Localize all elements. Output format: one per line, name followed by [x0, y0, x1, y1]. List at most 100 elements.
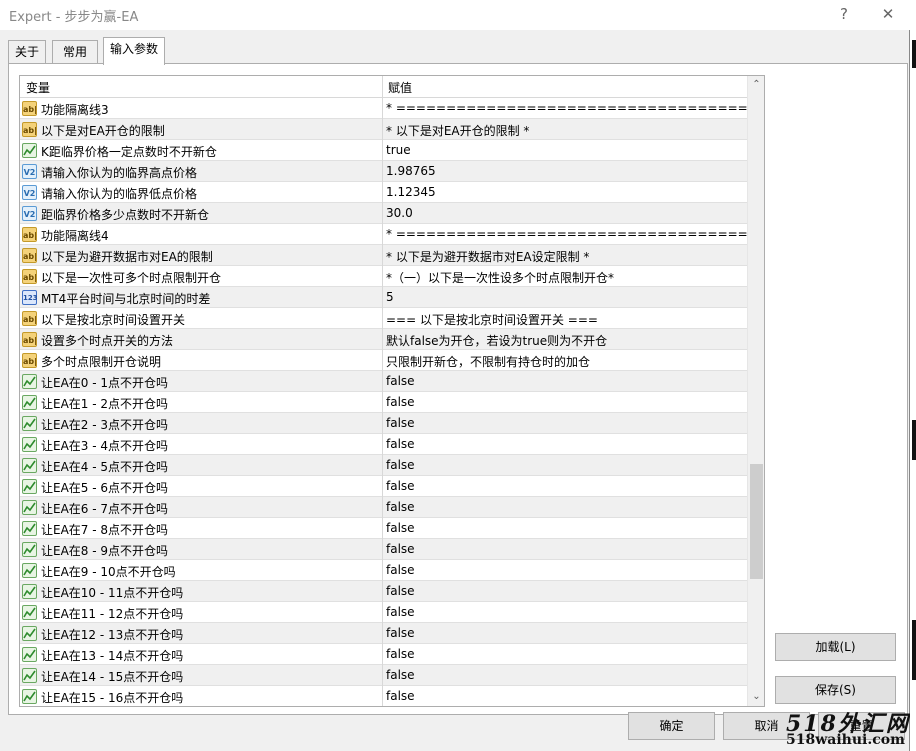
tab-inputs[interactable]: 输入参数	[103, 37, 165, 65]
parameter-value[interactable]: *（一）以下是一次性设多个时点限制开仓*	[386, 269, 614, 286]
table-row[interactable]: ab| 设置多个时点开关的方法 默认false为开仓，若设为true则为不开仓	[20, 329, 747, 350]
tab-about[interactable]: 关于	[8, 40, 46, 64]
table-row[interactable]: ab| 功能隔离线4 * =============================…	[20, 224, 764, 245]
bool-param-icon	[22, 395, 37, 410]
bool-param-icon	[22, 437, 37, 452]
table-row[interactable]: 123 MT4平台时间与北京时间的时差 5	[20, 287, 747, 308]
parameter-value[interactable]: 1.98765	[386, 164, 436, 178]
parameter-value[interactable]: false	[386, 479, 415, 493]
table-row[interactable]: V2 距临界价格多少点数时不开新仓 30.0	[20, 203, 747, 224]
parameter-name: 功能隔离线3	[41, 103, 109, 117]
expert-dialog: Expert - 步步为赢-EA ? ✕ 关于 常用 输入参数 变量 赋值 ab…	[0, 0, 910, 751]
parameter-name: 让EA在3 - 4点不开仓吗	[41, 439, 169, 453]
table-row[interactable]: ab| 以下是为避开数据市对EA的限制 * 以下是为避开数据市对EA设定限制 *	[20, 245, 747, 266]
parameter-name: 以下是一次性可多个时点限制开仓	[41, 271, 222, 285]
parameter-name: 让EA在8 - 9点不开仓吗	[41, 544, 169, 558]
parameter-value[interactable]: false	[386, 374, 415, 388]
bool-param-icon	[22, 605, 37, 620]
table-row[interactable]: ab| 以下是对EA开仓的限制 * 以下是对EA开仓的限制 *	[20, 119, 747, 140]
table-row[interactable]: 让EA在2 - 3点不开仓吗 false	[20, 413, 747, 434]
string-param-icon: ab|	[22, 353, 37, 368]
background-chart-mark	[912, 420, 916, 460]
column-header-value[interactable]: 赋值	[388, 79, 412, 96]
table-row[interactable]: 让EA在6 - 7点不开仓吗 false	[20, 497, 747, 518]
parameter-value[interactable]: 30.0	[386, 206, 413, 220]
ok-button[interactable]: 确定	[628, 712, 715, 740]
parameter-value[interactable]: false	[386, 395, 415, 409]
parameter-name: 请输入你认为的临界高点价格	[41, 166, 198, 180]
watermark: 518外汇网 518waihui.com	[786, 706, 910, 751]
parameter-value[interactable]: 只限制开新仓，不限制有持仓时的加仓	[386, 353, 590, 370]
parameter-value[interactable]: true	[386, 143, 411, 157]
parameter-value[interactable]: === 以下是按北京时间设置开关 ===	[386, 311, 598, 328]
close-icon[interactable]: ✕	[876, 3, 900, 25]
parameter-name: 距临界价格多少点数时不开新仓	[41, 208, 210, 222]
parameter-value[interactable]: 1.12345	[386, 185, 436, 199]
table-row[interactable]: K距临界价格一定点数时不开新仓 true	[20, 140, 747, 161]
save-button[interactable]: 保存(S)	[775, 676, 896, 704]
parameter-value[interactable]: false	[386, 563, 415, 577]
parameter-value[interactable]: false	[386, 647, 415, 661]
parameter-name: 让EA在9 - 10点不开仓吗	[41, 565, 176, 579]
table-row[interactable]: 让EA在0 - 1点不开仓吗 false	[20, 371, 747, 392]
table-row[interactable]: 让EA在15 - 16点不开仓吗 false	[20, 686, 747, 706]
parameter-value[interactable]: false	[386, 521, 415, 535]
parameter-name: 功能隔离线4	[41, 229, 109, 243]
scroll-down-arrow-icon[interactable]: ⌄	[748, 688, 764, 705]
table-row[interactable]: 让EA在12 - 13点不开仓吗 false	[20, 623, 747, 644]
parameter-value[interactable]: * 以下是对EA开仓的限制 *	[386, 122, 529, 139]
watermark-url: 518waihui.com	[786, 732, 905, 748]
parameters-grid: 变量 赋值 ab| 功能隔离线3 * =======================…	[19, 75, 765, 707]
parameter-value[interactable]: * 以下是为避开数据市对EA设定限制 *	[386, 248, 589, 265]
load-button[interactable]: 加载(L)	[775, 633, 896, 661]
parameter-value[interactable]: false	[386, 605, 415, 619]
parameter-value[interactable]: false	[386, 626, 415, 640]
parameter-name: K距临界价格一定点数时不开新仓	[41, 145, 217, 159]
double-param-icon: V2	[22, 206, 37, 221]
parameter-name: 让EA在4 - 5点不开仓吗	[41, 460, 169, 474]
parameter-name: 请输入你认为的临界低点价格	[41, 187, 198, 201]
parameter-value[interactable]: false	[386, 584, 415, 598]
help-icon[interactable]: ?	[832, 3, 856, 25]
parameter-name: 让EA在1 - 2点不开仓吗	[41, 397, 169, 411]
parameter-value[interactable]: false	[386, 668, 415, 682]
table-row[interactable]: ab| 以下是按北京时间设置开关 === 以下是按北京时间设置开关 ===	[20, 308, 747, 329]
table-row[interactable]: 让EA在3 - 4点不开仓吗 false	[20, 434, 747, 455]
table-row[interactable]: 让EA在5 - 6点不开仓吗 false	[20, 476, 747, 497]
table-row[interactable]: ab| 以下是一次性可多个时点限制开仓 *（一）以下是一次性设多个时点限制开仓*	[20, 266, 747, 287]
table-row[interactable]: ab| 多个时点限制开仓说明 只限制开新仓，不限制有持仓时的加仓	[20, 350, 747, 371]
table-row[interactable]: 让EA在13 - 14点不开仓吗 false	[20, 644, 747, 665]
tab-strip: 关于 常用 输入参数	[0, 30, 910, 65]
parameter-name: 让EA在14 - 15点不开仓吗	[41, 670, 184, 684]
table-row[interactable]: 让EA在4 - 5点不开仓吗 false	[20, 455, 747, 476]
vertical-scrollbar[interactable]: ⌃ ⌄	[747, 76, 764, 706]
column-header-variable[interactable]: 变量	[26, 79, 50, 96]
table-row[interactable]: ab| 功能隔离线3 * =============================…	[20, 98, 764, 119]
tab-common[interactable]: 常用	[52, 40, 98, 64]
parameter-value[interactable]: false	[386, 689, 415, 703]
parameter-value[interactable]: 默认false为开仓，若设为true则为不开仓	[386, 332, 607, 349]
string-param-icon: ab|	[22, 311, 37, 326]
scrollbar-thumb[interactable]	[750, 464, 763, 579]
parameter-value[interactable]: false	[386, 458, 415, 472]
parameter-value[interactable]: 5	[386, 290, 394, 304]
parameter-value[interactable]: false	[386, 416, 415, 430]
background-chart-mark	[912, 620, 916, 680]
table-row[interactable]: 让EA在9 - 10点不开仓吗 false	[20, 560, 747, 581]
parameter-value[interactable]: false	[386, 500, 415, 514]
table-row[interactable]: V2 请输入你认为的临界高点价格 1.98765	[20, 161, 747, 182]
table-row[interactable]: 让EA在10 - 11点不开仓吗 false	[20, 581, 747, 602]
string-param-icon: ab|	[22, 101, 37, 116]
parameter-value[interactable]: * ==================================== *	[386, 101, 764, 115]
table-row[interactable]: V2 请输入你认为的临界低点价格 1.12345	[20, 182, 747, 203]
grid-header: 变量 赋值	[20, 76, 747, 98]
scroll-up-arrow-icon[interactable]: ⌃	[748, 76, 764, 93]
table-row[interactable]: 让EA在1 - 2点不开仓吗 false	[20, 392, 747, 413]
parameter-value[interactable]: false	[386, 542, 415, 556]
table-row[interactable]: 让EA在14 - 15点不开仓吗 false	[20, 665, 747, 686]
parameter-value[interactable]: * ==================================== *	[386, 227, 764, 241]
table-row[interactable]: 让EA在11 - 12点不开仓吗 false	[20, 602, 747, 623]
table-row[interactable]: 让EA在7 - 8点不开仓吗 false	[20, 518, 747, 539]
parameter-value[interactable]: false	[386, 437, 415, 451]
table-row[interactable]: 让EA在8 - 9点不开仓吗 false	[20, 539, 747, 560]
